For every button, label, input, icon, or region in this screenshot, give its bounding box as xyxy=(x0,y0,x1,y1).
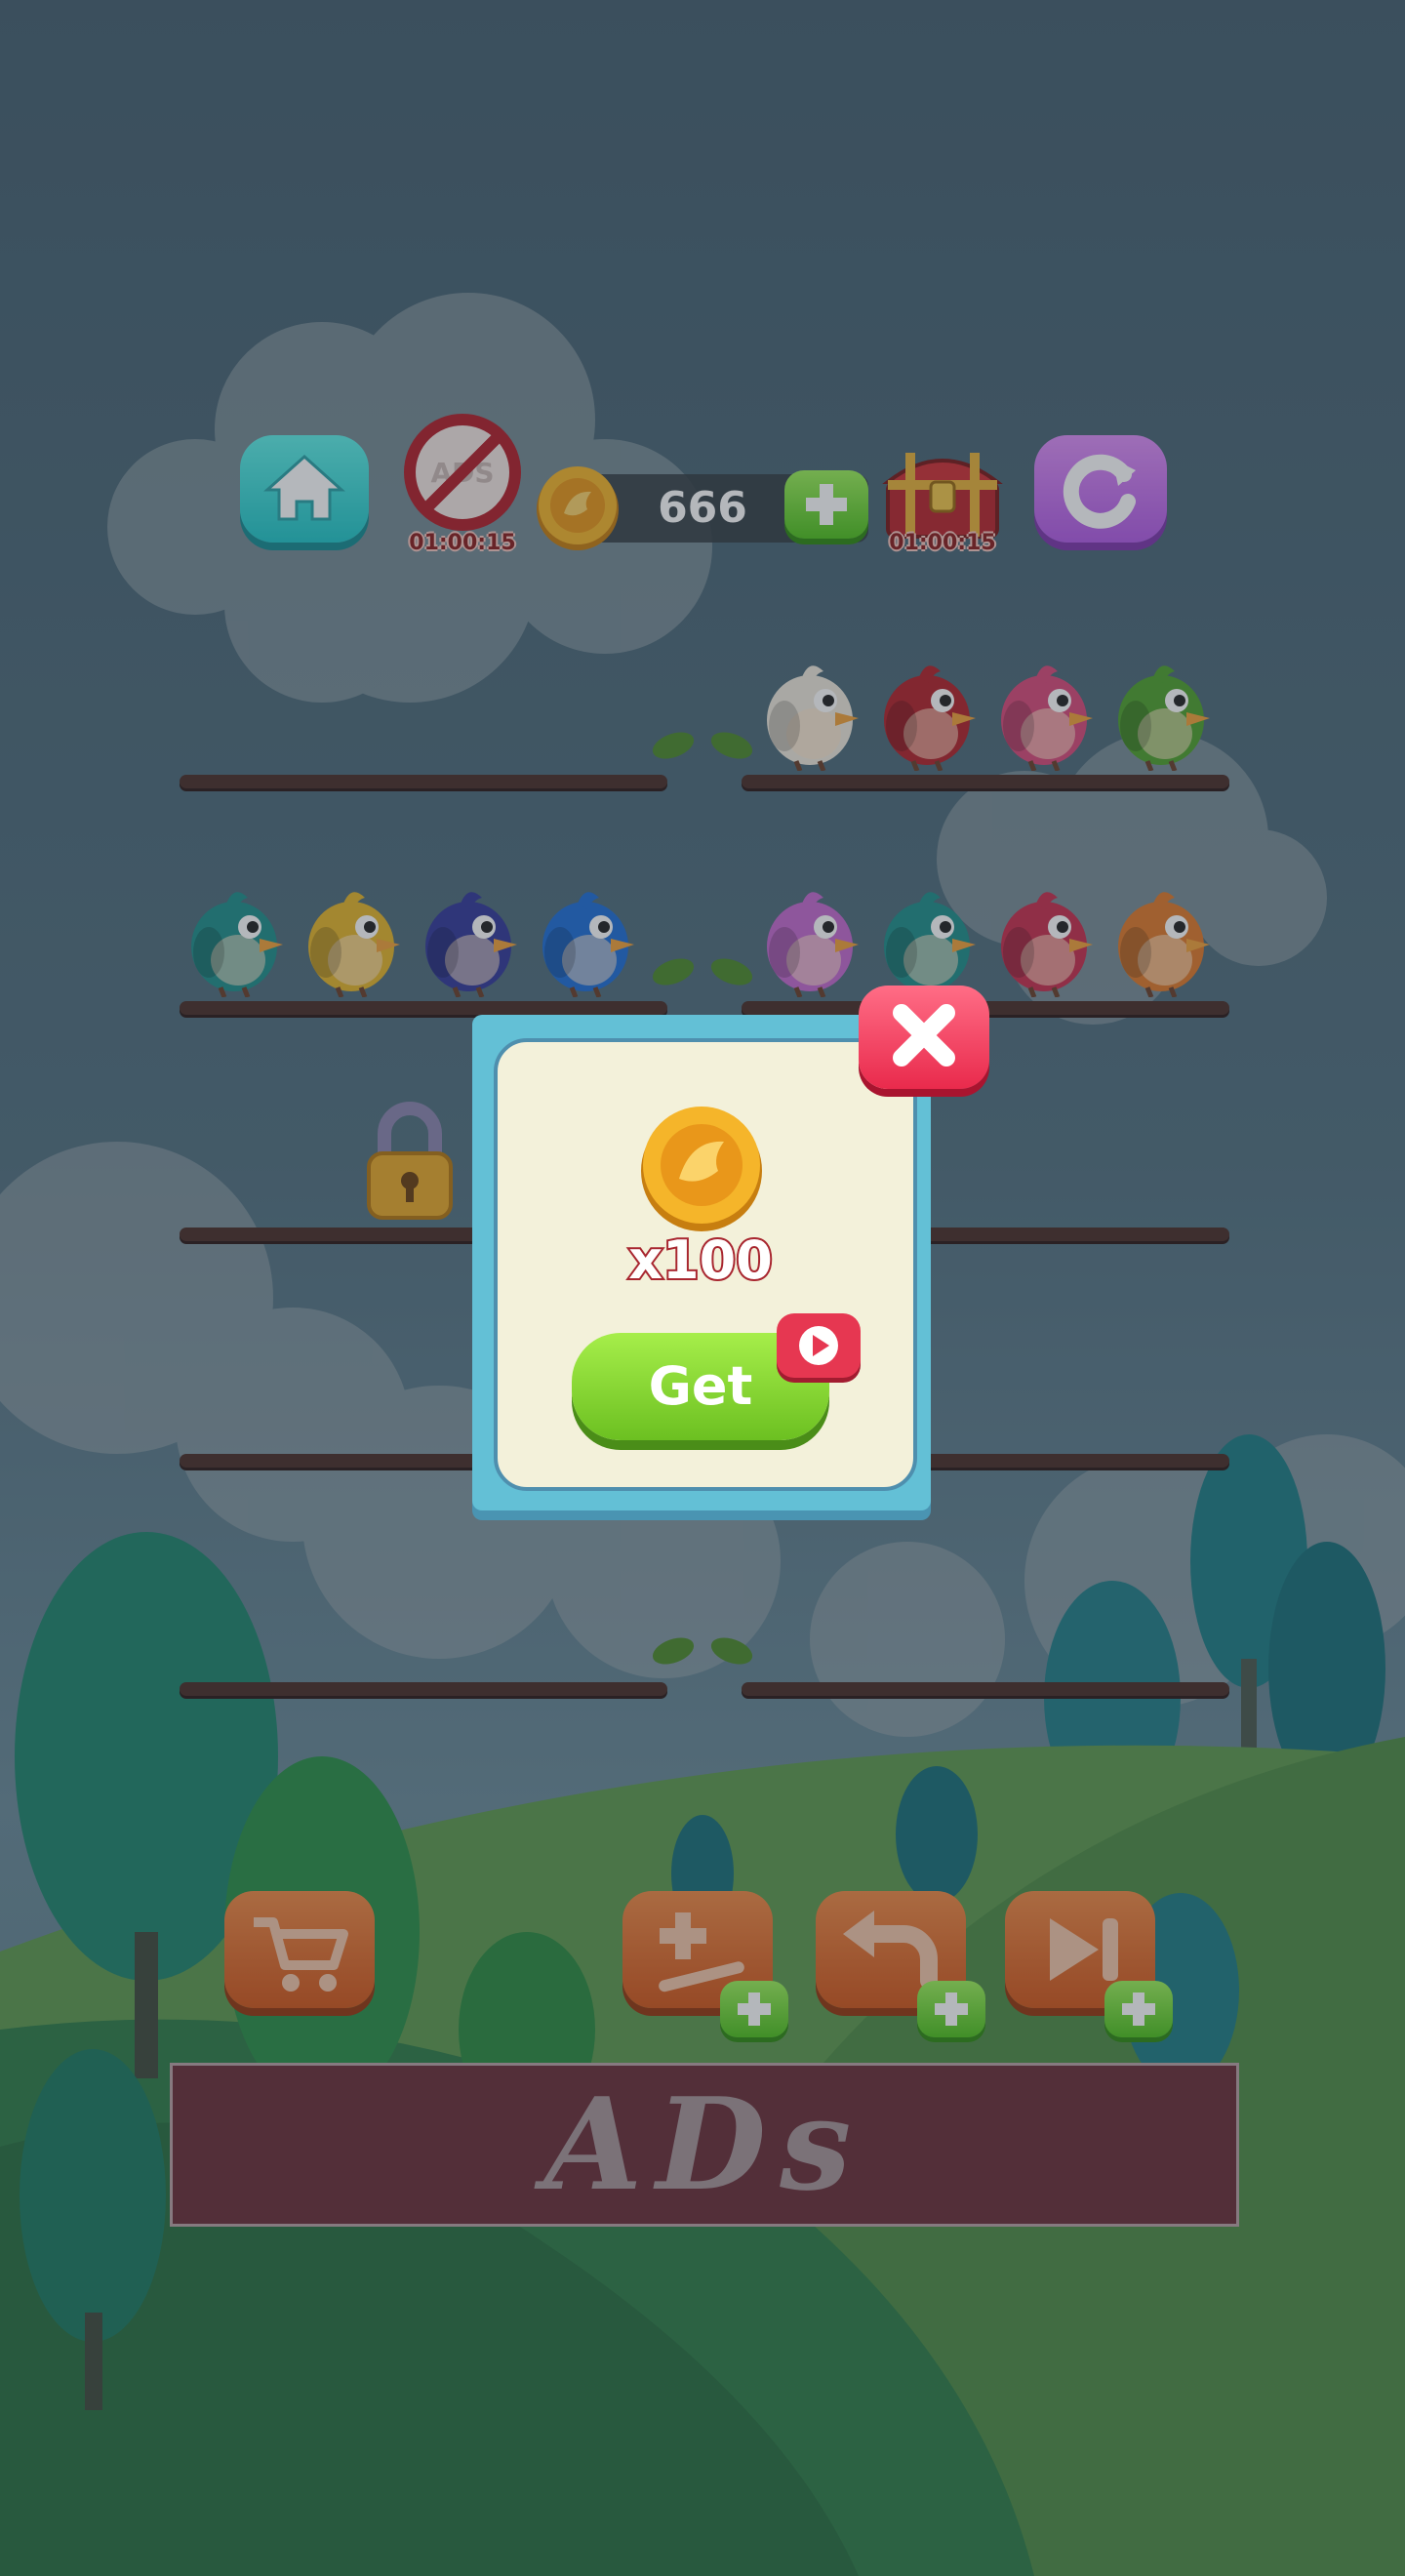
reward-popup: x100 Get xyxy=(472,1015,931,1510)
video-play-icon xyxy=(799,1326,838,1365)
close-icon xyxy=(893,1004,955,1067)
game-screen: ADS 01:00:15 666 01:00:15 xyxy=(0,0,1405,2576)
watch-video-badge xyxy=(777,1313,861,1378)
reward-coin-icon xyxy=(636,1103,767,1233)
close-popup-button[interactable] xyxy=(859,986,989,1089)
reward-amount: x100 xyxy=(626,1228,775,1293)
